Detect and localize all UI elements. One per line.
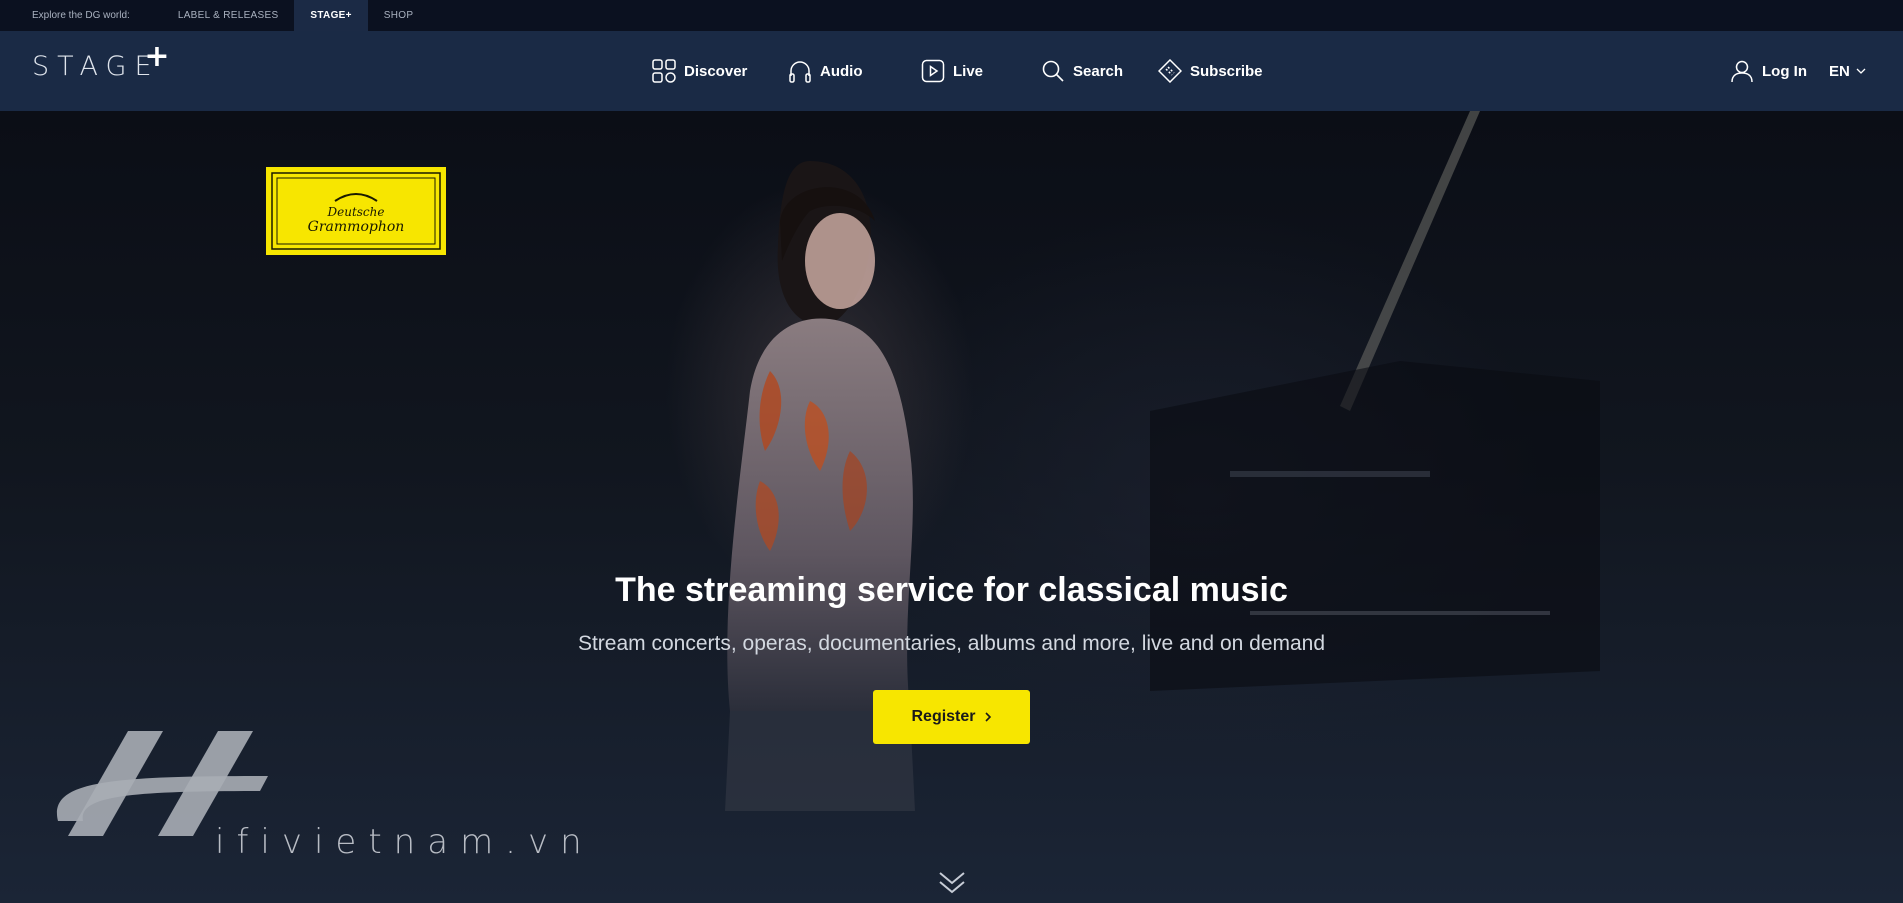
nav-subscribe[interactable]: Subscribe xyxy=(1158,58,1263,84)
language-selector[interactable]: EN xyxy=(1829,58,1874,84)
search-icon xyxy=(1042,60,1064,82)
nav-discover-label: Discover xyxy=(684,62,748,80)
login-button[interactable]: Log In xyxy=(1730,58,1807,84)
headphones-icon xyxy=(789,61,811,83)
nav-subscribe-label: Subscribe xyxy=(1190,62,1263,80)
stage-plus-logo[interactable]: STAGE + xyxy=(32,39,170,82)
dg-world-bar: Explore the DG world: LABEL & RELEASES S… xyxy=(0,0,1903,31)
topbar-link-shop[interactable]: SHOP xyxy=(368,0,430,31)
svg-text:Grammophon: Grammophon xyxy=(308,219,405,235)
chevron-down-icon xyxy=(1856,68,1866,74)
user-icon xyxy=(1731,60,1753,83)
logo-plus: + xyxy=(144,39,170,74)
ticket-icon xyxy=(1158,59,1182,83)
deutsche-grammophon-logo: Deutsche Grammophon xyxy=(266,167,446,255)
main-navigation: STAGE + Discover Audio Live Search Subscr… xyxy=(0,31,1903,111)
login-label: Log In xyxy=(1762,62,1807,80)
hero-subheadline: Stream concerts, operas, documentaries, … xyxy=(577,632,1326,655)
svg-text:Deutsche: Deutsche xyxy=(327,205,385,219)
register-label: Register xyxy=(911,708,976,725)
grid-icon xyxy=(652,59,676,83)
nav-discover[interactable]: Discover xyxy=(652,58,747,84)
hero-section: Deutsche Grammophon The streaming servic… xyxy=(0,111,1903,903)
nav-audio-label: Audio xyxy=(820,62,863,80)
logo-text: STAGE xyxy=(32,51,160,82)
nav-search[interactable]: Search xyxy=(1041,58,1123,84)
topbar-link-stage-plus[interactable]: STAGE+ xyxy=(294,0,368,31)
piano-image xyxy=(1150,111,1600,691)
register-button[interactable]: Register xyxy=(873,690,1030,744)
nav-live-label: Live xyxy=(953,62,984,80)
watermark-text: ifivietnam.vn xyxy=(215,822,594,862)
nav-audio[interactable]: Audio xyxy=(788,58,863,84)
scroll-down-icon[interactable] xyxy=(938,871,966,895)
language-label: EN xyxy=(1829,62,1850,80)
topbar-link-label-releases[interactable]: LABEL & RELEASES xyxy=(162,0,295,31)
explore-label: Explore the DG world: xyxy=(32,10,130,21)
chevron-right-icon xyxy=(984,712,991,722)
hero-headline: The streaming service for classical musi… xyxy=(615,571,1288,609)
nav-search-label: Search xyxy=(1073,62,1124,80)
nav-live[interactable]: Live xyxy=(921,58,983,84)
play-icon xyxy=(921,59,945,83)
